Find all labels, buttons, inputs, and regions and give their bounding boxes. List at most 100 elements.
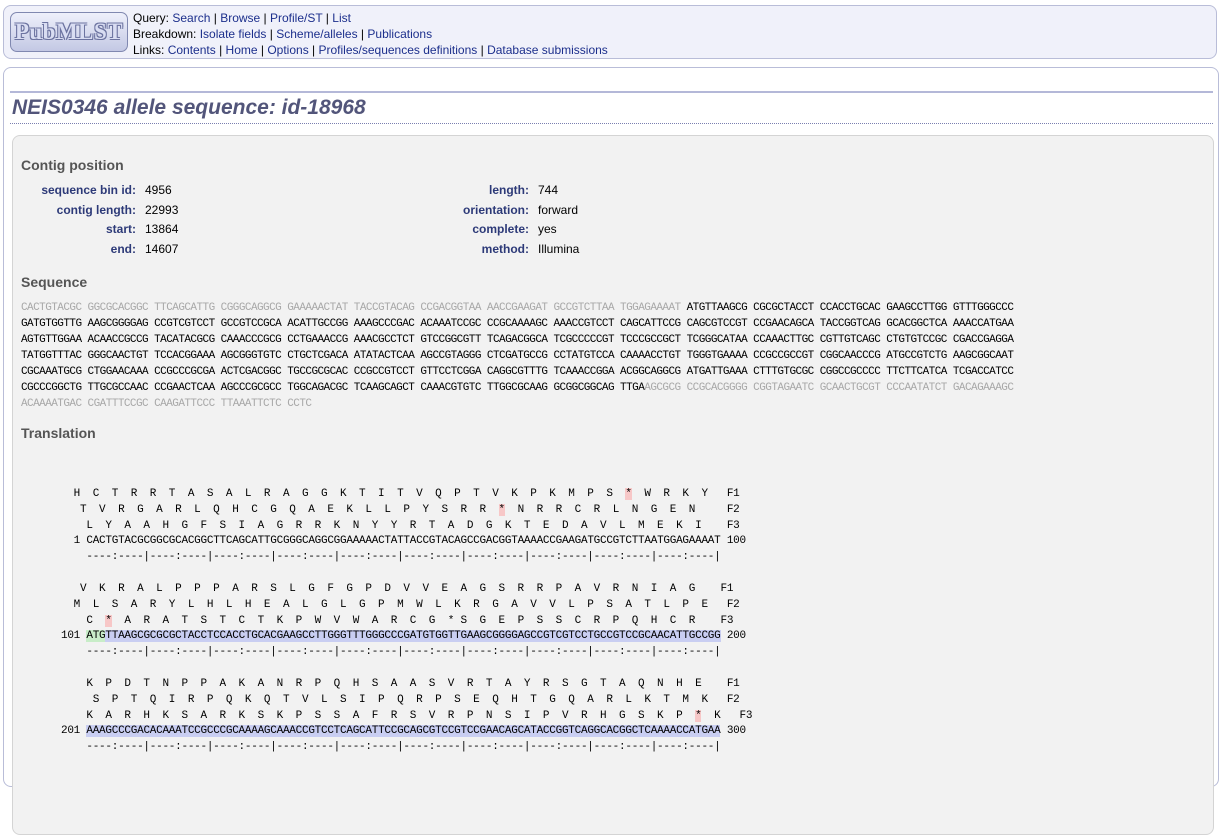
translation-block-2: V K R A L P P P A R S L G F G P D V V E … [61,582,746,661]
frame-1: H C T R R T A S A L R A G G K T I T V Q … [61,487,746,503]
contents-link[interactable]: Contents [168,43,216,57]
ruler: ----:----|----:----|----:----|----:----|… [61,741,721,754]
sequence-line: TATGGTTTAC GGGCAACTGT TCCACGGAAA AGCGGGT… [21,348,1014,364]
nav-menu: Query: Search | Browse | Profile/ST | Li… [133,10,608,58]
field-value: 13864 [145,222,179,236]
sequence-bin-id-row: sequence bin id: 4956 [21,183,178,203]
contig-length-row: contig length: 22993 [21,202,179,223]
allele-sequence-highlight: TTAAGCGCGCGCTACCTCCACCTGCACGAAGCCTTGGGTT… [105,630,721,643]
field-label: method: [481,241,529,256]
main-content: NEIS0346 allele sequence: id-18968 Conti… [3,67,1219,835]
field-label: contig length: [56,202,136,217]
downstream-flank: AGCGCG CCGCACGGGG CGGTAGAATC GCAACTGCGT … [644,382,1014,394]
translation-block-3: K P D T N P P A K A N R P Q H S A A S V … [61,677,752,756]
frame-residues: K F3 [701,709,753,722]
isolate-fields-link[interactable]: Isolate fields [200,27,267,41]
allele-sequence: CGCCCGGCTG TTGCGCCAAC CCGAACTCAA AGCCCGC… [21,382,645,394]
allele-sequence: ATGTTAAGCG CGCGCTACCT CCACCTGCAC GAAGCCT… [686,302,1014,314]
field-value: yes [538,222,557,236]
frame-2: T V R G A R L Q H C G Q A E K L L P Y S … [61,503,746,519]
frame-residues: S P T Q I R P Q K Q T V L S I P Q R P S … [61,693,740,706]
frame-3: C * A R A T S T C T K P W V W A R C G * … [61,614,746,630]
sequence-line: CACTGTACGC GGCGCACGGC TTCAGCATTG CGGGCAG… [21,300,1014,316]
sequence-row: 201 AAAGCCCGACACAAATCCGCCCGCAAAAGCAAACCG… [61,724,752,740]
frame-residues: C [61,614,106,627]
field-value: forward [538,202,579,217]
field-label: complete: [472,222,529,236]
end-row: end: 14607 [21,241,179,262]
logo-text: PubMLST [14,19,124,44]
frame-residues: M L S A R Y L H L H E A L G L G P M W L … [61,598,740,611]
frame-residues: L Y A A H G F S I A G R R K N Y Y R T A … [61,519,740,532]
frame-2: M L S A R Y L H L H E A L G L G P M W L … [61,598,746,614]
downstream-flank: ACAAAATGAC CGATTTCCGC CAAGATTCCC TTAAATT… [21,398,312,410]
profiles-sequences-definitions-link[interactable]: Profiles/sequences definitions [319,43,478,57]
field-value: 22993 [145,202,179,217]
allele-sequence: GATGTGGTTG AAGCGGGGAG CCGTCGTCCT GCCGTCC… [21,318,1014,330]
options-link[interactable]: Options [267,43,308,57]
frame-residues: T V R G A R L Q H C G Q A E K L L P Y S … [61,503,499,516]
flank-sequence: CACTGTACGCGGCGCACGGCTTCAGCATTGCGGGCAGGCG… [86,535,721,548]
sequence-line: CGCCCGGCTG TTGCGCCAAC CCGAACTCAA AGCCCGC… [21,380,1014,396]
allele-sequence: CGCAAATGCG CTGGAACAAA CCGCCCGCGA ACTCGAC… [21,366,1014,378]
breakdown-row: Breakdown: Isolate fields | Scheme/allel… [133,27,433,41]
sequence-row: 101 ATGTTAAGCGCGCGCTACCTCCACCTGCACGAAGCC… [61,629,746,645]
allele-sequence-highlight: AAAGCCCGACACAAATCCGCCCGCAAAAGCAAACCGTCCT… [86,725,721,738]
frame-1: K P D T N P P A K A N R P Q H S A A S V … [61,677,752,693]
query-label: Query: [133,11,170,25]
start-codon: ATG [86,630,106,643]
page-title: NEIS0346 allele sequence: id-18968 [10,93,1213,124]
field-label: sequence bin id: [41,183,136,197]
query-row: Query: Search | Browse | Profile/ST | Li… [133,11,351,25]
sequence-line: AGTGTTGGAA ACAACCGCCG TACATACGCG CAAACCC… [21,332,1014,348]
nucleotide-sequence: CACTGTACGC GGCGCACGGC TTCAGCATTG CGGGCAG… [21,300,1014,412]
frame-residues: K P D T N P P A K A N R P Q H S A A S V … [61,678,740,690]
browse-link[interactable]: Browse [220,11,260,25]
frame-residues: N R R C R L N G E N F2 [504,503,740,516]
position-start: 1 [61,535,87,548]
field-label: end: [110,241,136,256]
database-submissions-link[interactable]: Database submissions [487,43,608,57]
frame-3: L Y A A H G F S I A G R R K N Y Y R T A … [61,519,746,535]
frame-residues: K A R H K S A R K S K P S S A F R S V R … [61,709,696,722]
translation-block-1: H C T R R T A S A L R A G G K T I T V Q … [61,487,746,566]
frame-residues: A R A T S T C T K P W V W A R C G * S G … [111,614,734,627]
field-label: start: [105,222,136,236]
publications-link[interactable]: Publications [367,27,432,41]
position-end: 200 [720,630,746,643]
frame-2: S P T Q I R P Q K Q T V L S I P Q R P S … [61,693,752,709]
frame-residues: V K R A L P P P A R S L G F G P D V V E … [61,583,734,595]
home-link[interactable]: Home [226,43,258,57]
orientation-row: orientation: forward [411,203,579,223]
position-end: 300 [720,725,746,738]
field-label: length: [489,183,529,197]
title-area: NEIS0346 allele sequence: id-18968 [10,91,1213,124]
field-label: orientation: [463,202,529,217]
pubmlst-logo[interactable]: PubMLST [10,12,128,52]
profile-st-link[interactable]: Profile/ST [270,11,322,25]
sequence-line: ACAAAATGAC CGATTTCCGC CAAGATTCCC TTAAATT… [21,396,1013,412]
sequence-line: CGCAAATGCG CTGGAACAAA CCGCCCGCGA ACTCGAC… [21,364,1014,380]
allele-details-box: Contig position sequence bin id: 4956 con… [12,135,1214,835]
top-menu-bar: PubMLST Query: Search | Browse | Profile… [3,5,1217,59]
field-value: Illumina [538,241,580,256]
contig-position-heading: Contig position [21,157,124,173]
method-row: method: Illumina [411,241,580,262]
breakdown-label: Breakdown: [133,27,197,41]
frame-1: V K R A L P P P A R S L G F G P D V V E … [61,582,746,598]
contig-left-list: sequence bin id: 4956 contig length: 22993… [21,183,178,261]
links-row: Links: Contents | Home | Options | Profi… [133,43,608,57]
sequence-row: 1 CACTGTACGCGGCGCACGGCTTCAGCATTGCGGGCAGG… [61,534,746,550]
frame-residues: H C T R R T A S A L R A G G K T I T V Q … [61,488,626,500]
upstream-flank: CACTGTACGC GGCGCACGGC TTCAGCATTG CGGGCAG… [21,302,687,314]
position-start: 101 [61,630,87,643]
translation-heading: Translation [21,425,96,441]
position-end: 100 [720,535,746,548]
frame-residues: W R K Y F1 [631,488,740,500]
scheme-alleles-link[interactable]: Scheme/alleles [276,27,357,41]
search-link[interactable]: Search [172,11,210,25]
ruler: ----:----|----:----|----:----|----:----|… [61,551,721,564]
sequence-heading: Sequence [21,274,88,290]
contig-right-list: length: 744 orientation: forward complete:… [411,183,579,261]
list-link[interactable]: List [332,11,351,25]
